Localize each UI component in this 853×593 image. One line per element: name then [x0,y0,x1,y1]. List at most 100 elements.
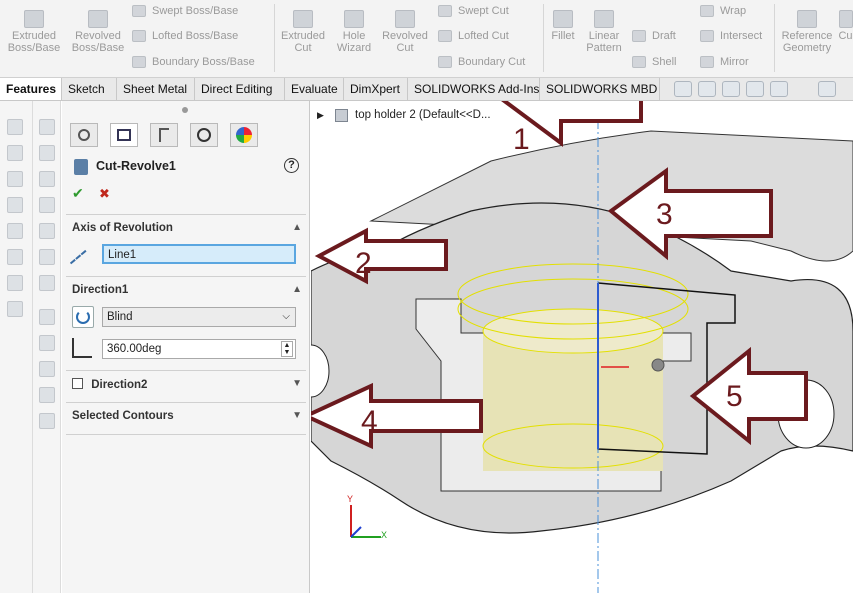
ok-button[interactable]: ✔ [72,185,84,202]
boundary-boss-button[interactable]: Boundary Boss/Base [132,56,255,68]
note-icon[interactable] [7,145,23,161]
curves-button[interactable]: Cu [838,10,853,42]
hatch-icon[interactable] [7,249,23,265]
property-manager: Cut-Revolve1 ? ✔ ✖ Axis of Revolution ▲ … [62,101,310,593]
reverse-direction-icon[interactable] [72,306,94,328]
cancel-button[interactable]: ✖ [99,186,110,202]
curve-icon[interactable] [39,361,55,377]
tab-feature-tree[interactable] [70,123,98,147]
section-view-icon[interactable] [746,81,764,97]
axis-selection-field[interactable]: Line1 [102,244,296,264]
triad-x-label: X [381,530,388,540]
curve-icon[interactable] [39,413,55,429]
swept-boss-button[interactable]: Swept Boss/Base [132,5,238,17]
intersect-button[interactable]: Intersect [700,30,762,42]
selected-contours-header[interactable]: Selected Contours ▼ [66,410,306,422]
angle-input[interactable]: 360.00deg ▲ ▼ [102,339,296,359]
balloon-icon[interactable] [7,223,23,239]
curve-icon[interactable] [39,387,55,403]
ribbon-separator [543,4,544,72]
boundary-cut-button[interactable]: Boundary Cut [438,56,525,68]
direction2-header[interactable]: Direction2 ▼ [66,378,306,391]
triad-z-axis [350,526,362,538]
command-tabs: Features Sketch Sheet Metal Direct Editi… [0,78,853,101]
divider [66,214,306,215]
linear-pattern-icon [594,10,614,28]
panel-grip[interactable] [182,107,188,113]
axis-of-revolution-header[interactable]: Axis of Revolution ▲ [66,222,306,234]
mirror-icon [700,56,714,68]
draft-button[interactable]: Draft [632,30,676,42]
chevron-up-icon[interactable]: ▲ [292,284,302,295]
left-toolbar-2 [33,101,61,593]
tab-configuration[interactable] [150,123,178,147]
fillet-button[interactable]: Fillet [546,10,580,42]
surface-icon[interactable] [7,275,23,291]
tab-appearance[interactable] [230,123,258,147]
shell-button[interactable]: Shell [632,56,676,68]
revolved-cut-button[interactable]: Revolved Cut [380,10,430,54]
lofted-boss-icon [132,30,146,42]
direction2-checkbox[interactable] [72,378,83,389]
lofted-boss-button[interactable]: Lofted Boss/Base [132,30,238,42]
wrap-icon [700,5,714,17]
tab-addins[interactable]: SOLIDWORKS Add-Ins [408,78,540,100]
reference-geometry-button[interactable]: Reference Geometry [778,10,836,54]
tree-expand-icon[interactable]: ▶ [317,110,324,121]
chevron-down-icon: ⌵ [282,311,290,322]
mirror-button[interactable]: Mirror [700,56,749,68]
tab-dimxpert[interactable]: DimXpert [344,78,408,100]
curve-icon[interactable] [39,309,55,325]
extruded-cut-icon [293,10,313,28]
zoom-area-icon[interactable] [698,81,716,97]
swept-cut-button[interactable]: Swept Cut [438,5,509,17]
link-icon[interactable] [7,301,23,317]
box-icon[interactable] [39,119,55,135]
swept-boss-icon [132,5,146,17]
box-icon[interactable] [39,249,55,265]
display-style-icon[interactable] [818,81,836,97]
box-icon[interactable] [39,223,55,239]
box-icon[interactable] [39,171,55,187]
zoom-to-fit-icon[interactable] [674,81,692,97]
box-icon[interactable] [39,145,55,161]
linear-pattern-button[interactable]: Linear Pattern [582,10,626,54]
tab-direct-editing[interactable]: Direct Editing [195,78,285,100]
preview-top-ellipse [482,308,664,354]
revolved-boss-button[interactable]: Revolved Boss/Base [68,10,128,54]
help-button[interactable]: ? [284,158,299,173]
extruded-boss-button[interactable]: Extruded Boss/Base [4,10,64,54]
graphics-area[interactable]: 1 2 3 4 5 ▶ top holder 2 (Default<<D... … [311,101,853,593]
tab-dimxpert[interactable] [190,123,218,147]
tab-evaluate[interactable]: Evaluate [285,78,344,100]
annotation-icon[interactable] [7,119,23,135]
tab-features[interactable]: Features [0,78,62,100]
box-icon[interactable] [39,275,55,291]
previous-view-icon[interactable] [722,81,740,97]
view-orientation-icon[interactable] [770,81,788,97]
lofted-cut-button[interactable]: Lofted Cut [438,30,509,42]
tab-mbd[interactable]: SOLIDWORKS MBD [540,78,660,100]
tab-sheet-metal[interactable]: Sheet Metal [117,78,195,100]
drag-handle-icon[interactable] [651,358,665,372]
tab-sketch[interactable]: Sketch [62,78,117,100]
tab-property-manager[interactable] [110,123,138,147]
end-condition-select[interactable]: Blind ⌵ [102,307,296,327]
curve-icon[interactable] [39,335,55,351]
text-icon[interactable] [7,171,23,187]
divider [66,402,306,403]
box-icon[interactable] [39,197,55,213]
revolved-cut-icon [395,10,415,28]
direction1-header[interactable]: Direction1 ▲ [66,284,306,296]
hole-wizard-button[interactable]: Hole Wizard [330,10,378,54]
chevron-down-icon[interactable]: ▼ [292,378,302,389]
dimension-icon[interactable] [7,197,23,213]
wrap-button[interactable]: Wrap [700,5,746,17]
tree-root-label[interactable]: top holder 2 (Default<<D... [355,109,491,121]
extruded-cut-button[interactable]: Extruded Cut [278,10,328,54]
chevron-up-icon[interactable]: ▲ [292,222,302,233]
spin-buttons[interactable]: ▲ ▼ [281,341,293,357]
revolved-boss-icon [88,10,108,28]
divider [66,434,306,435]
chevron-down-icon[interactable]: ▼ [292,410,302,421]
